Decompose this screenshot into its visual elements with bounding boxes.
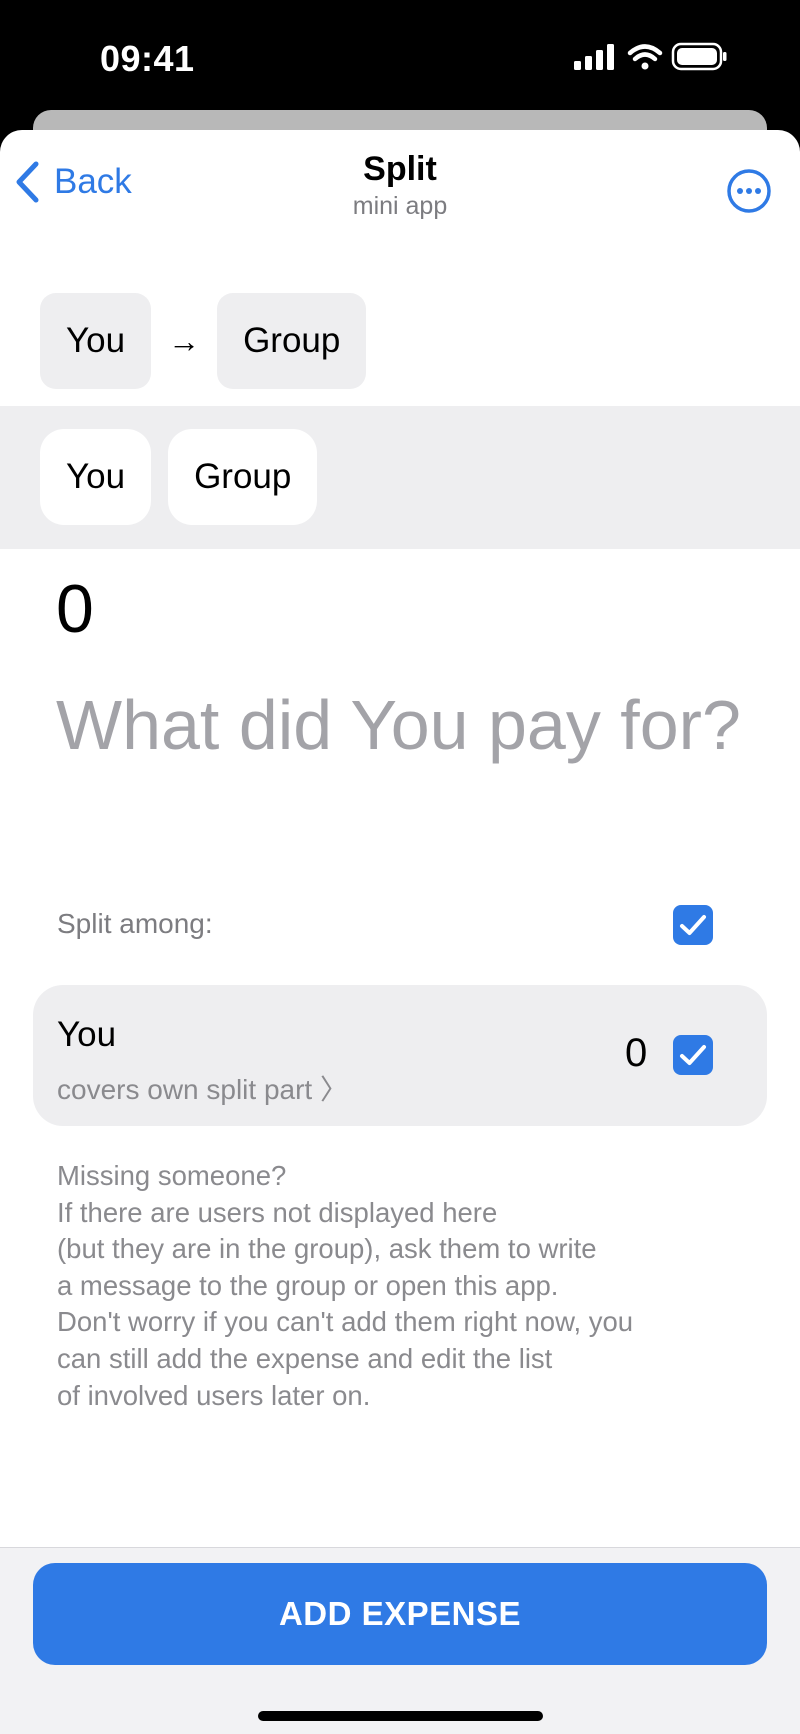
home-indicator [258,1711,543,1721]
page-title: Split [363,150,437,188]
missing-users-info: Missing someone? If there are users not … [57,1160,634,1411]
split-mode-link[interactable]: covers own split part 〉 [57,1068,348,1108]
bottom-action-bar: ADD EXPENSE [0,1547,800,1734]
payer-chip[interactable]: You [40,293,152,389]
signal-icon [574,44,614,70]
checkmark-icon [680,915,706,935]
recipient-chip[interactable]: Group [217,293,367,389]
checkmark-icon [680,1045,706,1065]
picker-option-group[interactable]: Group [168,429,318,525]
status-icons [572,42,732,77]
phone-screen: 09:41 Back Split mini app You → Group Yo… [0,0,800,1734]
more-options-button[interactable] [726,168,772,214]
participant-picker: You Group [0,406,800,549]
ellipsis-circle-icon [727,169,771,213]
split-among-label: Split among: [57,908,213,939]
page-subtitle: mini app [352,192,448,220]
battery-icon [671,42,727,71]
description-input[interactable] [56,685,776,765]
user-share-amount: 0 [625,1031,648,1075]
picker-option-you[interactable]: You [40,429,152,525]
split-user-row: You covers own split part 〉 0 [33,985,767,1126]
status-bar: 09:41 [0,0,800,110]
user-checkbox[interactable] [673,1035,713,1075]
user-name: You [57,1015,117,1054]
add-expense-button[interactable]: ADD EXPENSE [33,1563,767,1665]
status-time: 09:41 [100,38,195,79]
payer-route: You → Group [40,293,367,389]
mini-app-sheet: Back Split mini app You → Group You Grou… [0,130,800,1734]
arrow-right-icon: → [168,322,201,359]
amount-input[interactable]: 0 [56,570,94,648]
navigation-bar: Back Split mini app [0,130,800,242]
wifi-icon [627,44,663,70]
select-all-checkbox[interactable] [673,905,713,945]
